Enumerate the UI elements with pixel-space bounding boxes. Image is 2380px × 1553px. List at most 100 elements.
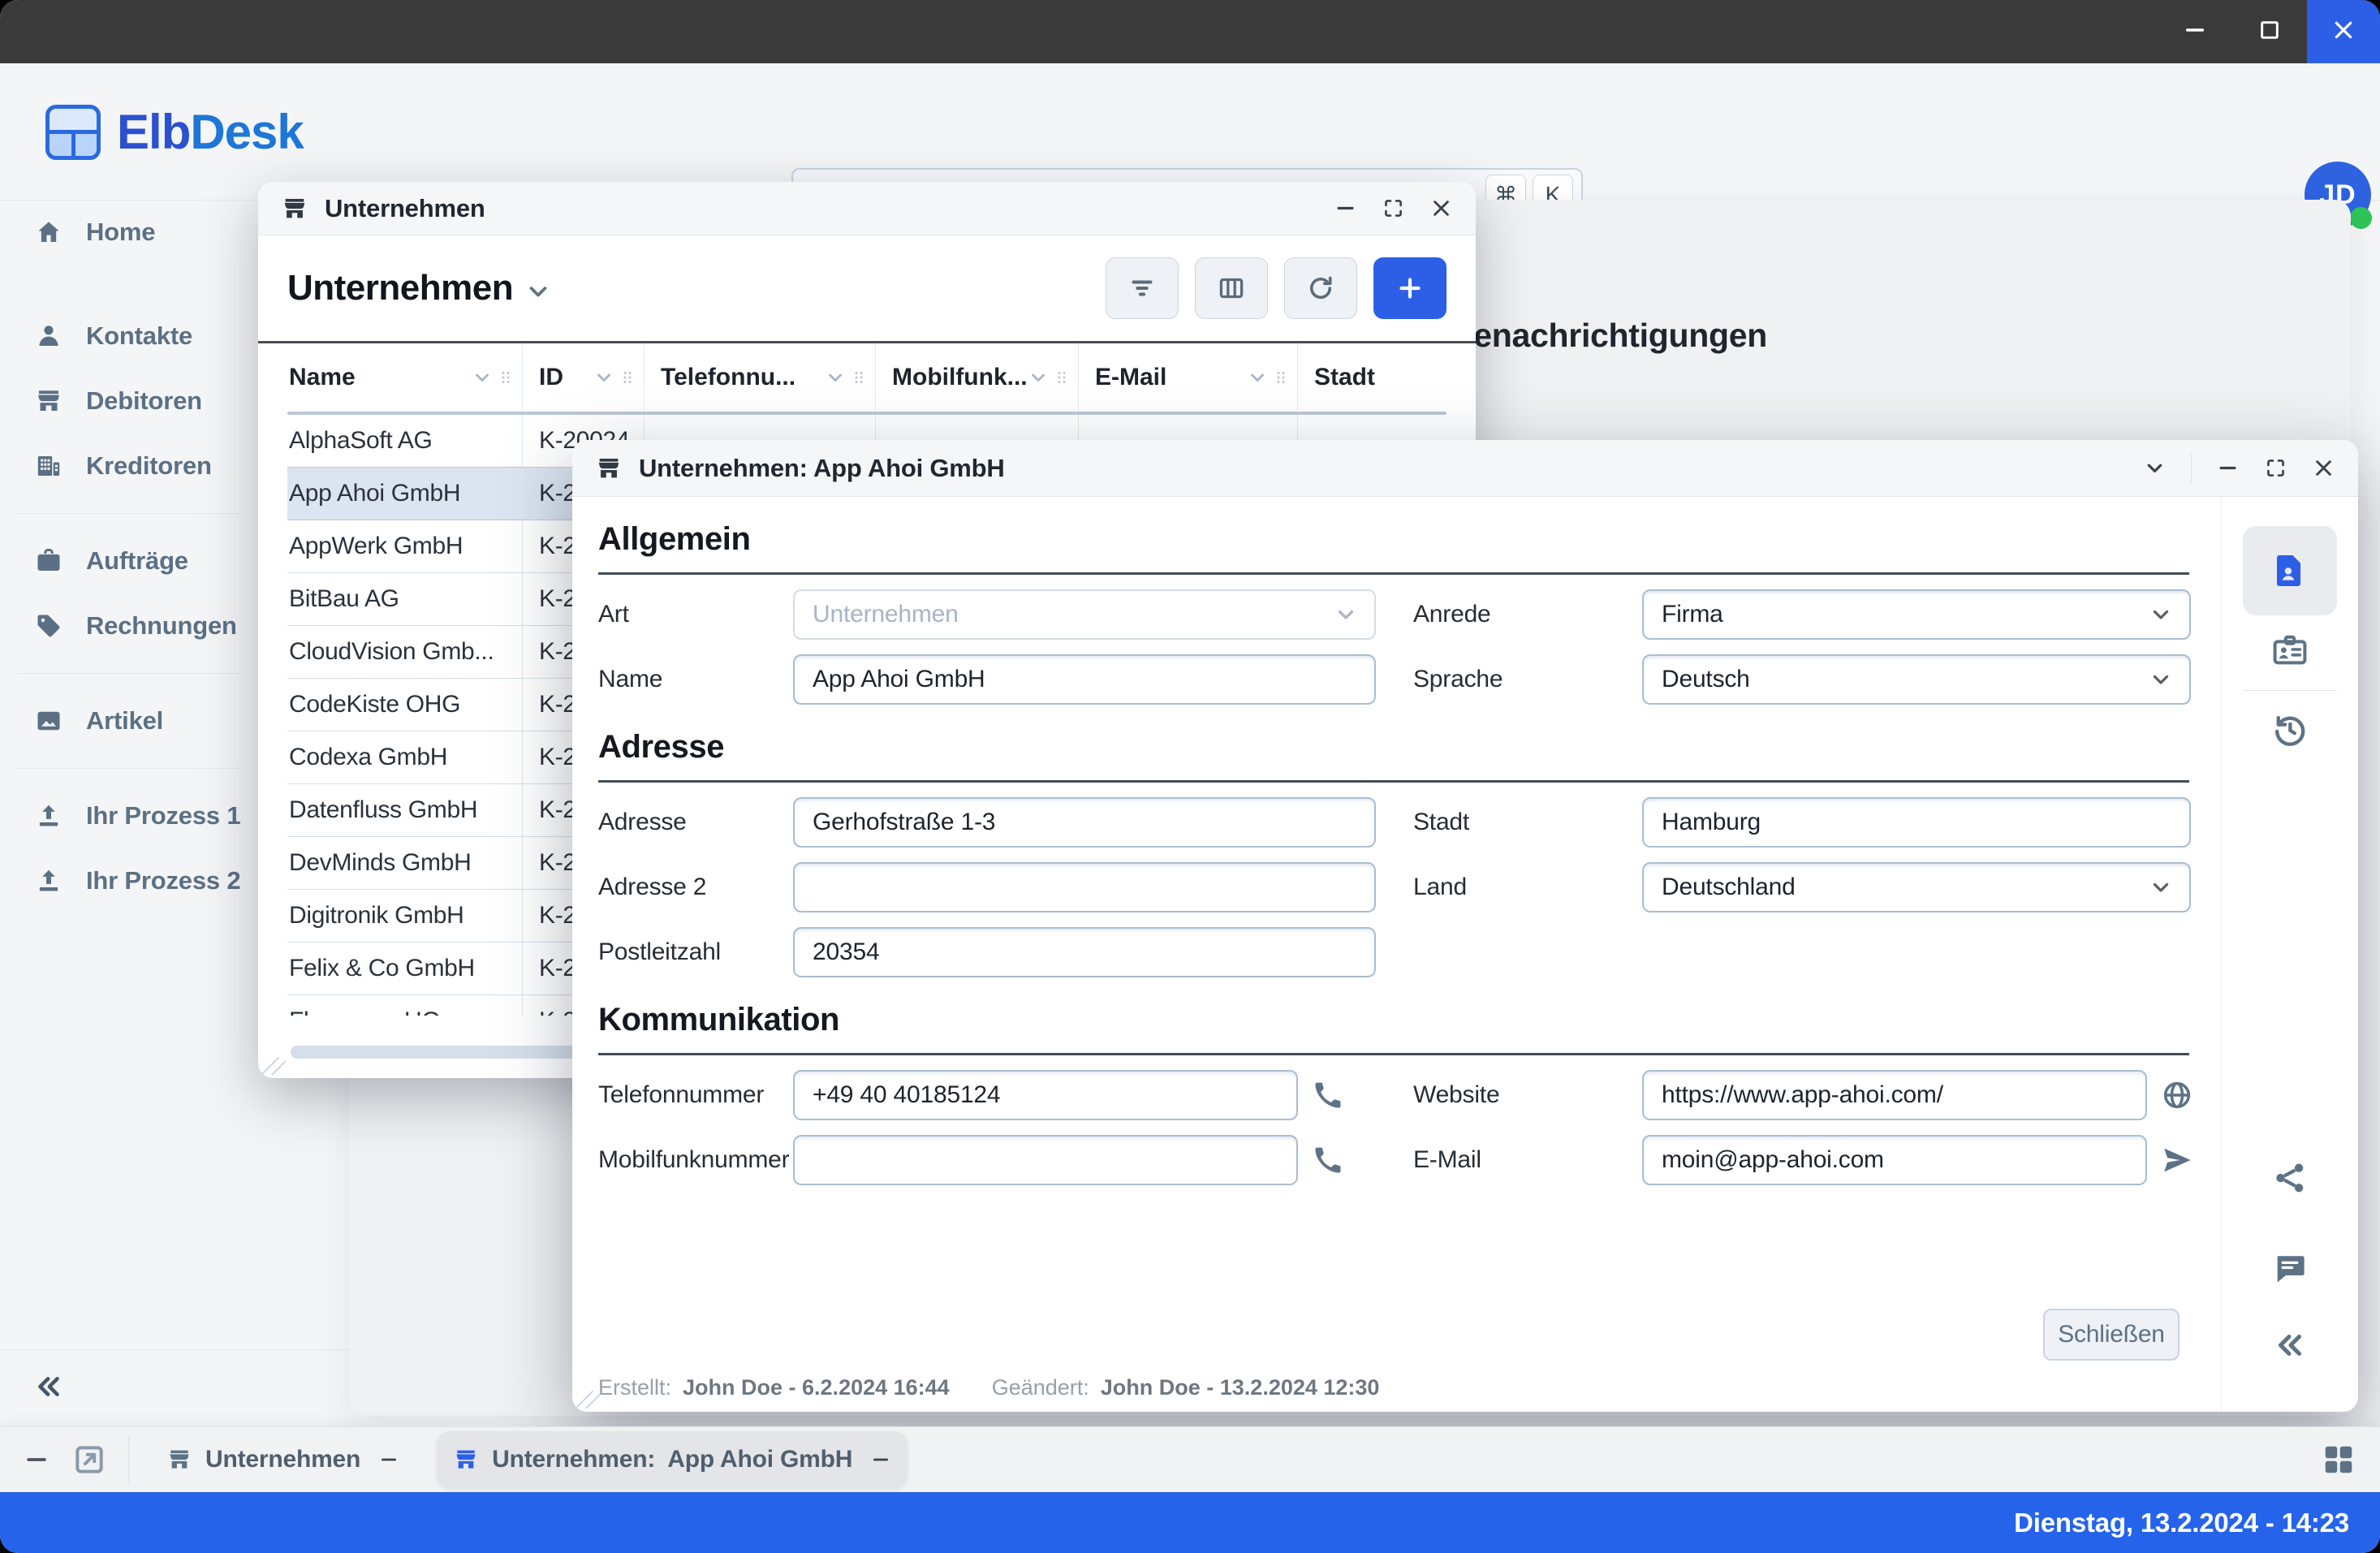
- minimize-window-icon[interactable]: [870, 1449, 891, 1470]
- adresse-field[interactable]: [793, 797, 1376, 848]
- chevron-down-icon: [1334, 602, 1358, 627]
- maximize-button[interactable]: [2237, 0, 2302, 63]
- sidebar-item-debitoren[interactable]: Debitoren: [0, 369, 260, 434]
- phone-icon[interactable]: [1311, 1143, 1345, 1177]
- chevron-down-icon: [2149, 667, 2173, 692]
- minimize-window-icon[interactable]: [378, 1449, 399, 1470]
- sidebar-item-kontakte[interactable]: Kontakte: [0, 304, 260, 369]
- filter-icon: [1127, 274, 1157, 303]
- open-in-new-window-icon[interactable]: [71, 1442, 107, 1478]
- website-input[interactable]: [1660, 1081, 2129, 1110]
- stadt-input[interactable]: [1660, 808, 2173, 837]
- window-close-icon[interactable]: [2312, 456, 2335, 480]
- drag-handle-icon[interactable]: [618, 368, 637, 387]
- column-header-name[interactable]: Name: [287, 343, 523, 412]
- column-header-telefonnummer[interactable]: Telefonnu...: [645, 343, 876, 412]
- phone-icon[interactable]: [1311, 1078, 1345, 1112]
- adresse2-field[interactable]: [793, 862, 1376, 912]
- sort-chevron-icon[interactable]: [472, 367, 493, 388]
- sidebar-item-artikel[interactable]: Artikel: [0, 688, 260, 753]
- sort-chevron-icon[interactable]: [825, 367, 846, 388]
- sidebar-item-label: Ihr Prozess 2: [86, 866, 240, 895]
- filter-button[interactable]: [1106, 257, 1179, 319]
- land-select[interactable]: [1642, 862, 2191, 912]
- table-header: Name ID Telefonnu... Mobilfunk... E-Mail…: [287, 343, 1447, 412]
- resize-grip[interactable]: [576, 1384, 600, 1408]
- window-maximize-icon[interactable]: [1382, 196, 1405, 220]
- send-icon[interactable]: [2160, 1143, 2194, 1177]
- telefonnummer-field[interactable]: [793, 1070, 1298, 1120]
- resize-grip[interactable]: [261, 1050, 286, 1075]
- rail-collapse-button[interactable]: [2222, 1327, 2358, 1364]
- email-input[interactable]: [1660, 1145, 2129, 1175]
- adresse-input[interactable]: [811, 808, 1358, 837]
- app-header: ElbDesk ⌘ K JD: [0, 63, 2380, 201]
- sidebar-collapse-button[interactable]: [23, 1362, 75, 1411]
- adresse2-input[interactable]: [811, 873, 1358, 902]
- drag-handle-icon[interactable]: [496, 368, 515, 387]
- name-field[interactable]: [793, 654, 1376, 705]
- column-header-mobilfunknummer[interactable]: Mobilfunk...: [876, 343, 1079, 412]
- stadt-field[interactable]: [1642, 797, 2191, 848]
- window-minimize-icon[interactable]: [1334, 196, 1357, 220]
- window-close-icon[interactable]: [1429, 196, 1453, 220]
- column-header-id[interactable]: ID: [523, 343, 645, 412]
- sidebar-item-kreditoren[interactable]: Kreditoren: [0, 434, 260, 498]
- comment-button[interactable]: [2222, 1250, 2358, 1288]
- column-header-stadt[interactable]: Stadt: [1298, 343, 1447, 412]
- app-window: ElbDesk ⌘ K JD Home Kontakte Debitoren K…: [0, 0, 2380, 1553]
- sidebar-item-home[interactable]: Home: [0, 200, 260, 265]
- website-field[interactable]: [1642, 1070, 2147, 1120]
- sidebar-item-auftraege[interactable]: Aufträge: [0, 528, 260, 593]
- email-field[interactable]: [1642, 1135, 2147, 1185]
- column-header-email[interactable]: E-Mail: [1079, 343, 1298, 412]
- window-grid-icon[interactable]: [2320, 1441, 2357, 1478]
- sort-chevron-icon[interactable]: [1247, 367, 1268, 388]
- anrede-value[interactable]: [1660, 600, 2149, 629]
- app-logo[interactable]: ElbDesk: [45, 104, 304, 160]
- view-title-dropdown[interactable]: Unternehmen: [287, 268, 552, 308]
- share-button[interactable]: [2222, 1159, 2358, 1197]
- telefonnummer-input[interactable]: [811, 1081, 1280, 1110]
- tab-contact-details[interactable]: [2243, 526, 2337, 615]
- list-window-titlebar[interactable]: Unternehmen: [258, 182, 1476, 235]
- globe-icon[interactable]: [2160, 1078, 2194, 1112]
- window-menu-chevron-icon[interactable]: [2143, 456, 2167, 480]
- drag-handle-icon[interactable]: [1271, 368, 1291, 387]
- taskbar-item-unternehmen-app-ahoi[interactable]: Unternehmen: App Ahoi GmbH: [437, 1431, 908, 1488]
- minimize-button[interactable]: [2162, 0, 2227, 63]
- field-label-land: Land: [1413, 874, 1642, 901]
- drag-handle-icon[interactable]: [849, 368, 869, 387]
- postleitzahl-input[interactable]: [811, 938, 1358, 967]
- tab-contact-badge[interactable]: [2243, 632, 2337, 671]
- taskbar-item-unternehmen[interactable]: Unternehmen: [150, 1431, 416, 1488]
- table-cell-name: Felix & Co GmbH: [287, 943, 523, 994]
- sidebar-item-rechnungen[interactable]: Rechnungen: [0, 593, 260, 658]
- window-minimize-icon[interactable]: [2216, 456, 2240, 480]
- field-label-anrede: Anrede: [1413, 601, 1642, 628]
- postleitzahl-field[interactable]: [793, 927, 1376, 977]
- land-value[interactable]: [1660, 873, 2149, 902]
- mobilfunknummer-input[interactable]: [811, 1145, 1280, 1175]
- add-record-button[interactable]: [1373, 257, 1447, 319]
- sidebar-item-label: Artikel: [86, 706, 163, 736]
- schliessen-button[interactable]: Schließen: [2043, 1309, 2180, 1361]
- sort-chevron-icon[interactable]: [593, 367, 614, 388]
- columns-button[interactable]: [1195, 257, 1268, 319]
- mobilfunknummer-field[interactable]: [793, 1135, 1298, 1185]
- sort-chevron-icon[interactable]: [1028, 367, 1049, 388]
- minimize-all-icon[interactable]: [23, 1446, 50, 1473]
- sidebar-item-prozess-1[interactable]: Ihr Prozess 1: [0, 783, 260, 848]
- sprache-select[interactable]: [1642, 654, 2191, 705]
- anrede-select[interactable]: [1642, 589, 2191, 640]
- close-button[interactable]: [2307, 0, 2380, 63]
- building-icon: [34, 451, 63, 481]
- name-input[interactable]: [811, 665, 1358, 694]
- sidebar-item-prozess-2[interactable]: Ihr Prozess 2: [0, 848, 260, 913]
- refresh-button[interactable]: [1284, 257, 1357, 319]
- window-maximize-icon[interactable]: [2264, 456, 2287, 480]
- detail-window-titlebar[interactable]: Unternehmen: App Ahoi GmbH: [572, 440, 2358, 497]
- sprache-value[interactable]: [1660, 665, 2149, 694]
- history-button[interactable]: [2243, 710, 2337, 749]
- drag-handle-icon[interactable]: [1052, 368, 1071, 387]
